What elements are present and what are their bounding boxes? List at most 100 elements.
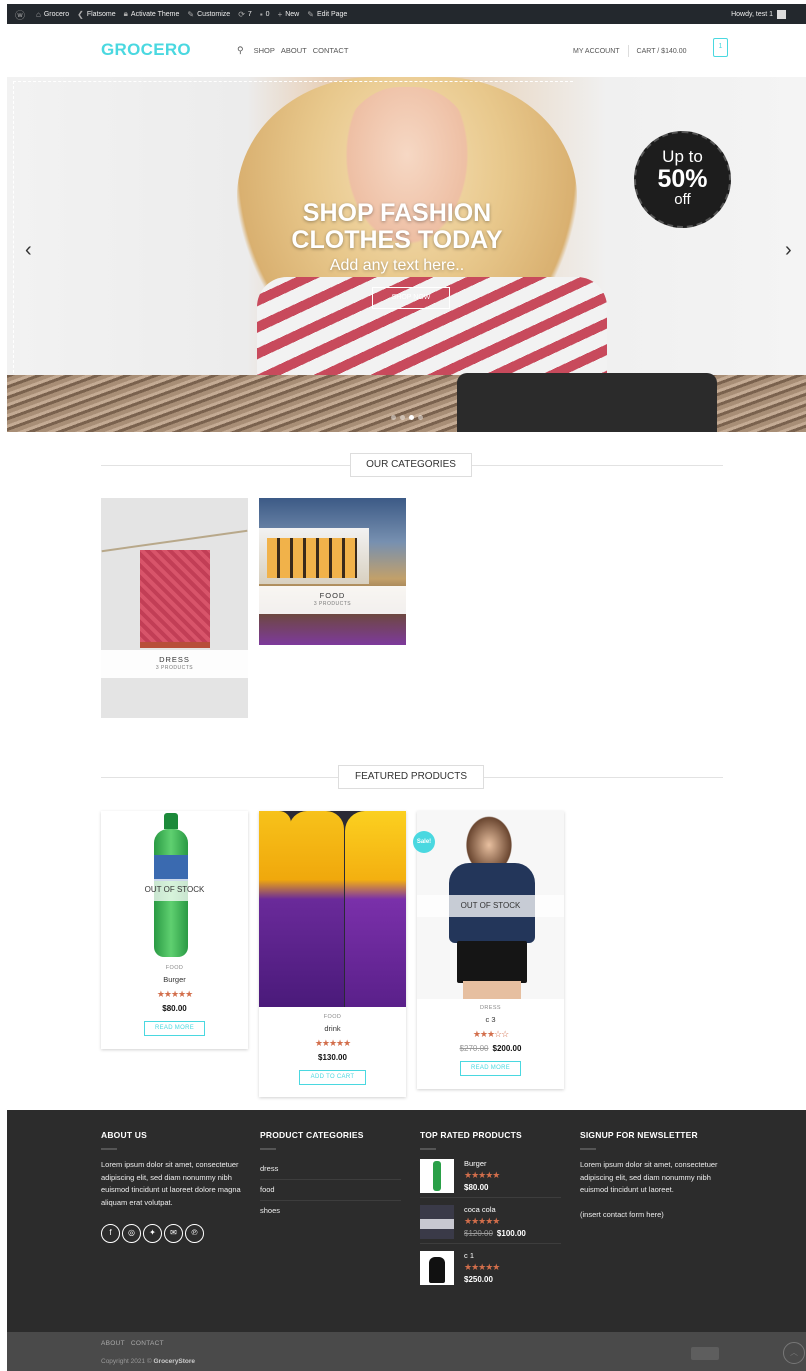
add-to-cart-button[interactable]: ADD TO CART (299, 1070, 366, 1085)
bottle-image (259, 811, 291, 1007)
site-header: GROCERO ⚲ SHOP ABOUT CONTACT MY ACCOUNT … (7, 24, 806, 77)
product-rating: ★★★★★ (156, 989, 193, 999)
product-price: $130.00 (318, 1053, 347, 1062)
footer-newsletter-title: SIGNUP FOR NEWSLETTER (580, 1130, 698, 1140)
top-rated-item[interactable]: coca cola ★★★★★ $120.00 $100.00 (420, 1205, 561, 1244)
plus-icon: + (277, 9, 283, 19)
product-thumbnail (420, 1251, 454, 1285)
my-account-link[interactable]: MY ACCOUNT (573, 48, 620, 55)
hero-title: SHOP FASHION CLOTHES TODAY (291, 199, 503, 254)
nav-item-shop[interactable]: SHOP (254, 46, 275, 55)
product-name[interactable]: drink (259, 1024, 406, 1033)
slider-dot[interactable] (391, 415, 396, 420)
footer-bottom-bar: ABOUT CONTACT Copyright 2021 © GrocerySt… (7, 1332, 806, 1371)
updates-icon: ⟳ (238, 9, 245, 19)
slider-prev-chevron-icon[interactable]: ‹ (25, 239, 32, 262)
hoodie-image (429, 1257, 445, 1283)
facebook-icon[interactable]: f (101, 1224, 120, 1243)
product-card-drink[interactable]: FOOD drink ★★★★★ $130.00 ADD TO CART (259, 811, 406, 1097)
product-rating: ★★★★★ (314, 1038, 351, 1048)
home-icon: ⌂ (36, 9, 41, 19)
admin-theme[interactable]: ❮ Flatsome (77, 10, 116, 19)
product-category: DRESS (480, 1005, 501, 1011)
admin-edit-page[interactable]: ✎ Edit Page (307, 10, 347, 19)
footer-category-item[interactable]: shoes (260, 1201, 401, 1221)
footer-category-item[interactable]: dress (260, 1159, 401, 1180)
theme-icon: ❮ (77, 9, 84, 19)
footer-category-list: dress food shoes (260, 1159, 410, 1221)
admin-new[interactable]: + New (278, 10, 300, 19)
slider-dot[interactable] (400, 415, 405, 420)
pinterest-icon[interactable]: ℗ (185, 1224, 204, 1243)
read-more-button[interactable]: READ MORE (460, 1061, 521, 1076)
bottle-image (345, 811, 406, 1007)
out-of-stock-label: OUT OF STOCK (101, 879, 248, 901)
admin-updates[interactable]: ⟳ 7 (238, 10, 252, 19)
footer-link-about[interactable]: ABOUT (101, 1340, 125, 1347)
cans-image (420, 1219, 454, 1229)
footer-category-item[interactable]: food (260, 1180, 401, 1201)
admin-site-name[interactable]: ⌂ Grocero (36, 10, 69, 19)
search-icon[interactable]: ⚲ (237, 45, 244, 56)
wordpress-logo-icon[interactable]: ⓦ (15, 7, 28, 22)
nav-item-about[interactable]: ABOUT (281, 46, 307, 55)
category-card-dress[interactable]: DRESS 3 PRODUCTS (101, 498, 248, 718)
main-nav: ⚲ SHOP ABOUT CONTACT (237, 45, 348, 56)
category-name: FOOD (319, 591, 346, 600)
hero-slider: SHOP FASHION CLOTHES TODAY Add any text … (7, 77, 806, 432)
admin-account[interactable]: Howdy, test 1 (731, 9, 786, 19)
category-count: 3 PRODUCTS (313, 601, 352, 607)
site-footer: ABOUT US Lorem ipsum dolor sit amet, con… (7, 1110, 806, 1332)
read-more-button[interactable]: READ MORE (144, 1021, 205, 1036)
cart-icon[interactable]: 1 (713, 38, 728, 57)
site-logo[interactable]: GROCERO (101, 40, 191, 60)
comment-icon: ▪ (259, 9, 263, 19)
admin-customize[interactable]: ✎ Customize (187, 10, 230, 19)
admin-bar: ⓦ ⌂ Grocero ❮ Flatsome 🔒︎ Activate Theme ✎ C… (7, 4, 806, 24)
product-thumbnail (420, 1205, 454, 1239)
category-label: DRESS 3 PRODUCTS (101, 650, 248, 678)
nav-item-contact[interactable]: CONTACT (313, 46, 349, 55)
product-name[interactable]: Burger (101, 975, 248, 984)
slider-dots (391, 415, 423, 420)
category-card-food[interactable]: FOOD 3 PRODUCTS (259, 498, 406, 645)
shop-now-button[interactable]: SHOP NOW (372, 287, 450, 309)
footer-about: ABOUT US Lorem ipsum dolor sit amet, con… (101, 1130, 241, 1243)
bottle-cap-image (164, 813, 178, 829)
model-shorts-image (457, 941, 527, 983)
admin-activate-theme[interactable]: 🔒︎ Activate Theme (124, 9, 180, 19)
slider-dot-active[interactable] (409, 415, 414, 420)
bottle-image (289, 811, 344, 1007)
title-divider (580, 1148, 596, 1150)
discount-badge: Up to 50% off (634, 131, 731, 228)
cart-link[interactable]: CART / $140.00 (637, 48, 687, 55)
product-image: OUT OF STOCK (101, 811, 248, 959)
admin-comments[interactable]: ▪ 0 (260, 10, 270, 19)
email-icon[interactable]: ✉ (164, 1224, 183, 1243)
top-rated-info: c 1 ★★★★★ $250.00 (464, 1251, 500, 1285)
product-card-c3[interactable]: OUT OF STOCK Sale! DRESS c 3 ★★★☆☆ $270.… (413, 811, 564, 1089)
header-account-area: MY ACCOUNT CART / $140.00 (573, 45, 687, 57)
back-to-top-chevron-up-icon[interactable]: ︿ (783, 1342, 805, 1364)
product-name[interactable]: c 3 (417, 1015, 564, 1024)
footer-newsletter-text: Lorem ipsum dolor sit amet, consectetuer… (580, 1160, 718, 1194)
top-rated-stars: ★★★★★ (464, 1170, 500, 1180)
avatar (777, 9, 786, 19)
product-card-burger[interactable]: OUT OF STOCK FOOD Burger ★★★★★ $80.00 RE… (101, 811, 248, 1049)
footer-categories: PRODUCT CATEGORIES dress food shoes (260, 1130, 410, 1221)
slider-next-chevron-icon[interactable]: › (785, 239, 792, 262)
title-divider (101, 1148, 117, 1150)
product-old-price: $270.00 (459, 1044, 489, 1053)
top-rated-item[interactable]: Burger ★★★★★ $80.00 (420, 1159, 561, 1198)
instagram-icon[interactable]: ◎ (122, 1224, 141, 1243)
badge-value: 50% (657, 165, 708, 193)
top-rated-name: Burger (464, 1159, 487, 1168)
footer-link-contact[interactable]: CONTACT (131, 1340, 164, 1347)
product-sale-price: $200.00 (492, 1044, 522, 1053)
product-category: FOOD (323, 1014, 342, 1020)
top-rated-item[interactable]: c 1 ★★★★★ $250.00 (420, 1251, 561, 1289)
footer-newsletter-form-placeholder: (insert contact form here) (580, 1209, 664, 1219)
badge-bottom: off (674, 191, 691, 208)
twitter-icon[interactable]: ✦ (143, 1224, 162, 1243)
slider-dot[interactable] (418, 415, 423, 420)
